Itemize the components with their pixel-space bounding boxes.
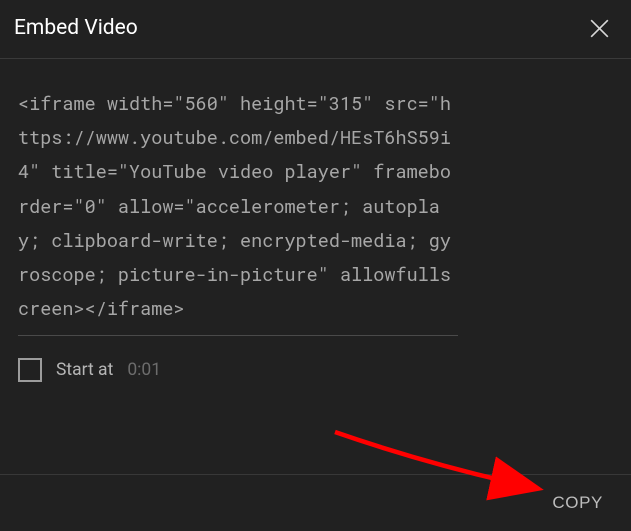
close-icon xyxy=(587,16,612,41)
copy-button[interactable]: COPY xyxy=(552,493,603,513)
dialog-footer: COPY xyxy=(0,474,631,531)
dialog-title: Embed Video xyxy=(14,16,138,40)
start-at-time: 0:01 xyxy=(127,360,161,380)
start-at-checkbox[interactable] xyxy=(18,358,42,382)
spacer xyxy=(18,396,617,474)
dialog-body: <iframe width="560" height="315" src="ht… xyxy=(0,59,631,474)
scroll-area[interactable]: <iframe width="560" height="315" src="ht… xyxy=(0,59,631,474)
start-at-label: Start at xyxy=(56,360,113,380)
embed-code-text[interactable]: <iframe width="560" height="315" src="ht… xyxy=(18,87,458,336)
dialog-header: Embed Video xyxy=(0,0,631,59)
start-at-row: Start at 0:01 xyxy=(18,358,617,396)
close-button[interactable] xyxy=(585,14,613,42)
embed-video-dialog: Embed Video <iframe width="560" height="… xyxy=(0,0,631,531)
